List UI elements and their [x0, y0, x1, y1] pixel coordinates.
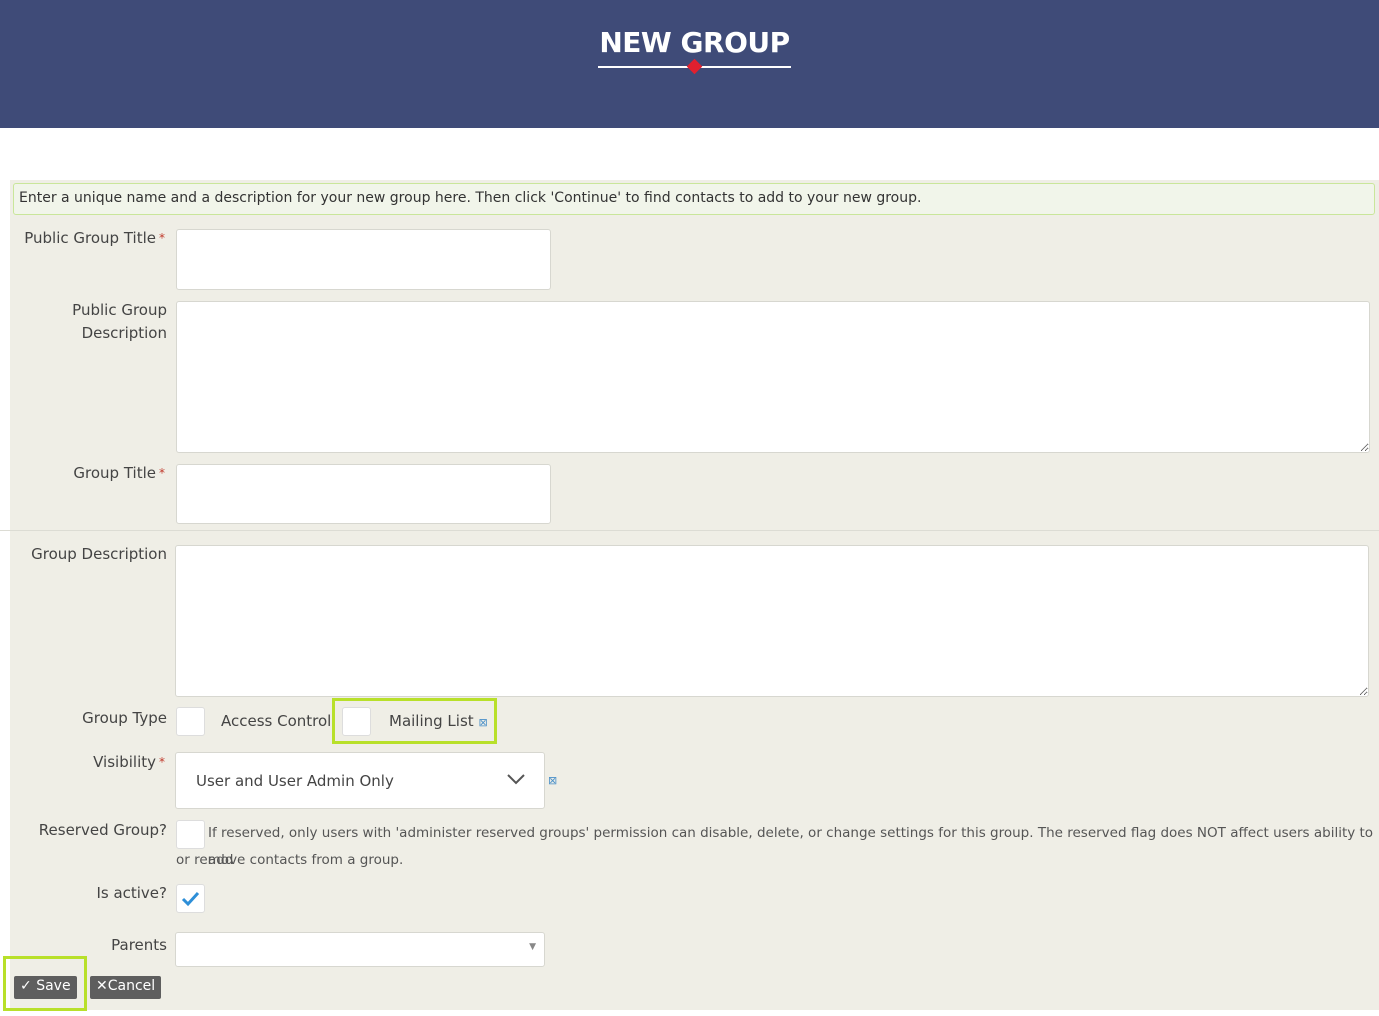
parents-select[interactable]: ▼	[175, 932, 545, 967]
divider	[0, 530, 1379, 531]
parents-label: Parents	[111, 936, 167, 954]
group-title-input[interactable]	[176, 464, 551, 524]
chevron-down-icon	[507, 774, 525, 785]
reserved-label: Reserved Group?	[38, 821, 167, 839]
cancel-button[interactable]: ✕Cancel	[90, 976, 162, 999]
close-icon: ✕	[96, 978, 108, 994]
group-type-label: Group Type	[82, 709, 167, 727]
visibility-label: Visibility *	[93, 753, 165, 771]
public-title-input[interactable]	[176, 229, 551, 290]
public-desc-textarea[interactable]	[176, 301, 1370, 453]
visibility-value: User and User Admin Only	[196, 772, 394, 790]
active-checkbox[interactable]	[176, 884, 205, 913]
dropdown-arrow-icon: ▼	[529, 942, 536, 952]
access-control-checkbox[interactable]	[176, 707, 205, 736]
access-control-label: Access Control	[221, 712, 332, 730]
public-desc-label: Public Group Description	[72, 301, 167, 342]
reserved-help-text-cont: or remove contacts from a group.	[176, 852, 404, 868]
group-title-label: Group Title *	[73, 464, 165, 482]
reserved-checkbox[interactable]	[176, 820, 205, 849]
save-button[interactable]: ✓ Save	[14, 976, 77, 999]
public-title-label: Public Group Title *	[24, 229, 165, 247]
group-desc-textarea[interactable]	[175, 545, 1369, 697]
help-icon[interactable]: ⊠	[548, 774, 557, 787]
page-title: NEW GROUP	[599, 26, 790, 59]
page-header: NEW GROUP	[0, 0, 1379, 128]
help-message: Enter a unique name and a description fo…	[13, 183, 1375, 215]
visibility-select[interactable]: User and User Admin Only	[175, 752, 545, 809]
checkmark-icon	[181, 891, 200, 907]
mailing-list-checkbox[interactable]	[342, 707, 371, 736]
help-icon[interactable]: ⊠	[478, 716, 487, 729]
active-label: Is active?	[96, 884, 167, 902]
mailing-list-label: Mailing List ⊠	[389, 712, 488, 730]
check-icon: ✓	[20, 978, 32, 994]
group-desc-label: Group Description	[31, 545, 167, 563]
diamond-icon	[686, 58, 703, 75]
